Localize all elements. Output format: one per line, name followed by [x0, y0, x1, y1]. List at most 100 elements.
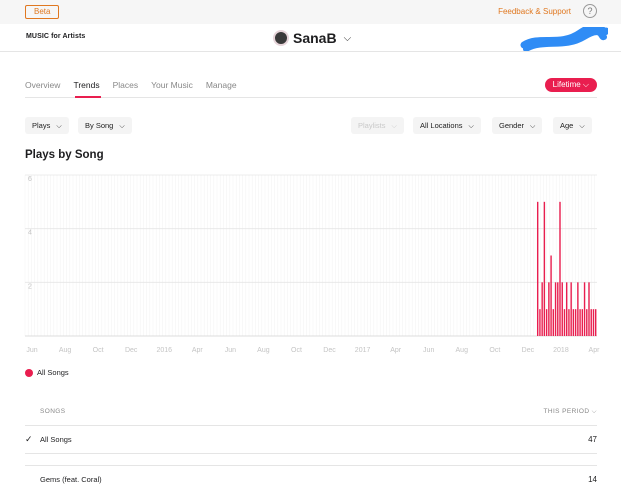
chart-bar	[566, 282, 568, 336]
y-tick-label: 4	[28, 230, 32, 237]
x-tick-label: Jun	[225, 347, 236, 354]
grouping-label: By Song	[85, 121, 114, 130]
period-label: Lifetime	[552, 80, 581, 89]
table-row[interactable]: ✓ All Songs 47	[25, 429, 597, 449]
song-name: Gems (feat. Coral)	[40, 475, 102, 484]
chart-bar	[550, 255, 552, 336]
chart-bar	[586, 309, 588, 336]
chart-bar	[579, 309, 581, 336]
tab-manage[interactable]: Manage	[206, 80, 237, 90]
app-header: MUSIC for Artists SanaB ⌵	[0, 24, 621, 52]
chart-bar	[554, 282, 557, 336]
chart-bar	[595, 309, 597, 336]
top-bar: Beta Feedback & Support ?	[0, 0, 621, 24]
this-period-column-header[interactable]: THIS PERIOD ⌵	[544, 408, 597, 416]
x-tick-label: Jun	[423, 347, 434, 354]
x-tick-label: Apr	[390, 347, 402, 354]
chart-bar	[557, 282, 559, 336]
help-icon[interactable]: ?	[583, 4, 597, 18]
chart-bar	[539, 309, 541, 336]
feedback-support-link[interactable]: Feedback & Support	[498, 7, 571, 16]
chevron-down-icon: ⌵	[582, 80, 589, 89]
period-dropdown[interactable]: Lifetime ⌵	[544, 78, 597, 92]
x-tick-label: Aug	[59, 347, 72, 354]
chart-bar	[570, 282, 572, 336]
metric-dropdown[interactable]: Plays ⌵	[25, 117, 69, 134]
chevron-down-icon: ⌵	[391, 123, 397, 130]
x-tick-label: Oct	[291, 347, 302, 354]
chevron-down-icon: ⌵	[119, 123, 125, 130]
tabs-divider	[25, 97, 597, 98]
redacted-account-scribble	[520, 27, 608, 51]
tab-trends[interactable]: Trends	[73, 80, 99, 90]
gender-dropdown[interactable]: Gender ⌵	[492, 117, 543, 134]
x-tick-label: Jun	[26, 347, 37, 354]
metric-label: Plays	[32, 121, 51, 130]
checkmark-icon: ✓	[25, 434, 33, 444]
this-period-label: THIS PERIOD	[543, 408, 590, 415]
location-label: All Locations	[420, 121, 463, 130]
artist-avatar	[273, 30, 289, 46]
legend-swatch	[25, 368, 33, 377]
x-tick-label: Aug	[257, 347, 270, 354]
chart-bar	[568, 309, 570, 336]
chevron-down-icon: ⌵	[343, 32, 352, 44]
table-row[interactable]: Gems (feat. Coral) 14	[25, 469, 597, 489]
x-tick-label: Apr	[589, 347, 601, 354]
chart-bar	[545, 309, 548, 336]
chart-bar	[552, 309, 555, 336]
chevron-down-icon: ⌵	[530, 123, 536, 130]
table-divider	[25, 465, 597, 466]
songs-column-header: SONGS	[40, 408, 66, 415]
x-tick-label: 2016	[156, 347, 172, 354]
y-tick-label: 2	[28, 283, 32, 290]
chart-bar	[592, 309, 595, 336]
chevron-down-icon: ⌵	[591, 408, 597, 415]
gender-label: Gender	[499, 121, 525, 130]
y-tick-label: 6	[28, 176, 32, 183]
x-tick-label: 2017	[355, 347, 371, 354]
playlists-label: Playlists	[358, 121, 386, 130]
chart-bar	[541, 282, 543, 336]
chevron-down-icon: ⌵	[468, 123, 474, 130]
table-divider	[25, 425, 597, 426]
nav-tabs: Overview Trends Places Your Music Manage	[25, 80, 250, 90]
tab-places[interactable]: Places	[113, 80, 139, 90]
active-tab-indicator	[75, 96, 101, 98]
chevron-down-icon: ⌵	[56, 123, 62, 130]
grouping-dropdown[interactable]: By Song ⌵	[78, 117, 132, 134]
x-tick-label: Apr	[192, 347, 204, 354]
chart-legend[interactable]: All Songs	[25, 368, 69, 377]
age-dropdown[interactable]: Age ⌵	[553, 117, 592, 134]
song-plays: 47	[588, 435, 597, 444]
chart-bar	[577, 282, 579, 336]
age-label: Age	[560, 121, 574, 130]
chart-bar	[583, 282, 586, 336]
chart-bar	[590, 309, 592, 336]
x-tick-label: 2018	[553, 347, 569, 354]
chart-bar	[588, 282, 590, 336]
chart-bar	[559, 201, 561, 336]
chart-bar	[574, 309, 577, 336]
plays-chart: 2 4 6 Jun Aug Oct Dec 2016 Apr Jun Aug Oct Dec 2017 Ap…	[24, 174, 601, 354]
x-tick-label: Dec	[522, 347, 535, 354]
song-plays: 14	[588, 475, 597, 484]
artist-name: SanaB	[293, 30, 337, 46]
chevron-down-icon: ⌵	[579, 123, 585, 130]
x-tick-label: Oct	[489, 347, 500, 354]
section-title: Plays by Song	[25, 149, 104, 161]
brand-logo[interactable]: MUSIC for Artists	[25, 33, 85, 40]
location-dropdown[interactable]: All Locations ⌵	[413, 117, 481, 134]
legend-label: All Songs	[37, 368, 69, 377]
x-tick-label: Dec	[125, 347, 138, 354]
x-tick-label: Oct	[93, 347, 104, 354]
brand-name: MUSIC for Artists	[26, 33, 86, 40]
tab-your-music[interactable]: Your Music	[151, 80, 193, 90]
x-tick-label: Aug	[456, 347, 469, 354]
table-divider	[25, 453, 597, 454]
playlists-dropdown: Playlists ⌵	[351, 117, 404, 134]
x-tick-label: Dec	[323, 347, 336, 354]
chart-bar	[581, 309, 584, 336]
artist-switcher[interactable]: SanaB ⌵	[273, 29, 351, 47]
tab-overview[interactable]: Overview	[25, 80, 60, 90]
